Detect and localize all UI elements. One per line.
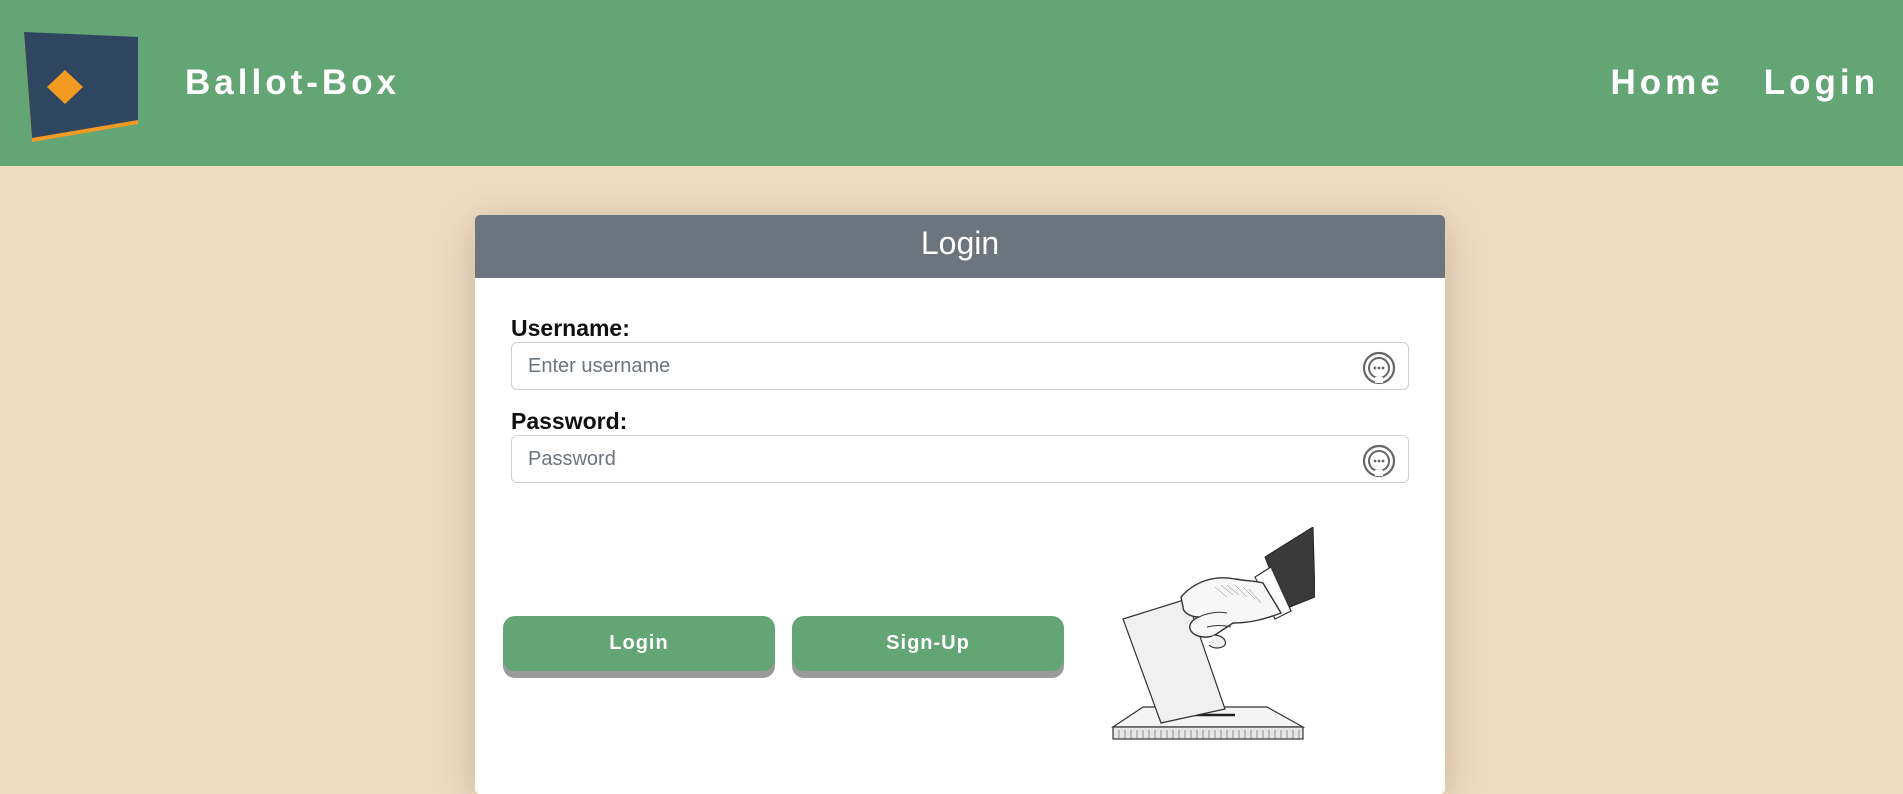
login-card-title: Login — [475, 215, 1445, 278]
brand-title[interactable]: Ballot-Box — [185, 63, 400, 103]
login-button[interactable]: Login — [503, 616, 775, 671]
username-field — [511, 342, 1409, 390]
nav-login-link[interactable]: Login — [1764, 63, 1879, 103]
signup-button[interactable]: Sign-Up — [792, 616, 1064, 671]
login-card: Login Username: Password: Login Sign-Up — [475, 215, 1445, 794]
password-field — [511, 435, 1409, 483]
password-manager-icon[interactable] — [1362, 444, 1396, 478]
username-input[interactable] — [512, 343, 1408, 389]
logo-icon[interactable] — [22, 32, 140, 142]
navbar: Ballot-Box Home Login — [0, 0, 1903, 166]
ballot-box-illustration — [1111, 527, 1315, 740]
nav-links: Home Login — [1611, 63, 1880, 103]
password-label: Password: — [511, 408, 628, 434]
password-input[interactable] — [512, 436, 1408, 482]
username-label: Username: — [511, 315, 630, 341]
nav-home-link[interactable]: Home — [1611, 63, 1724, 103]
password-manager-icon[interactable] — [1362, 351, 1396, 385]
